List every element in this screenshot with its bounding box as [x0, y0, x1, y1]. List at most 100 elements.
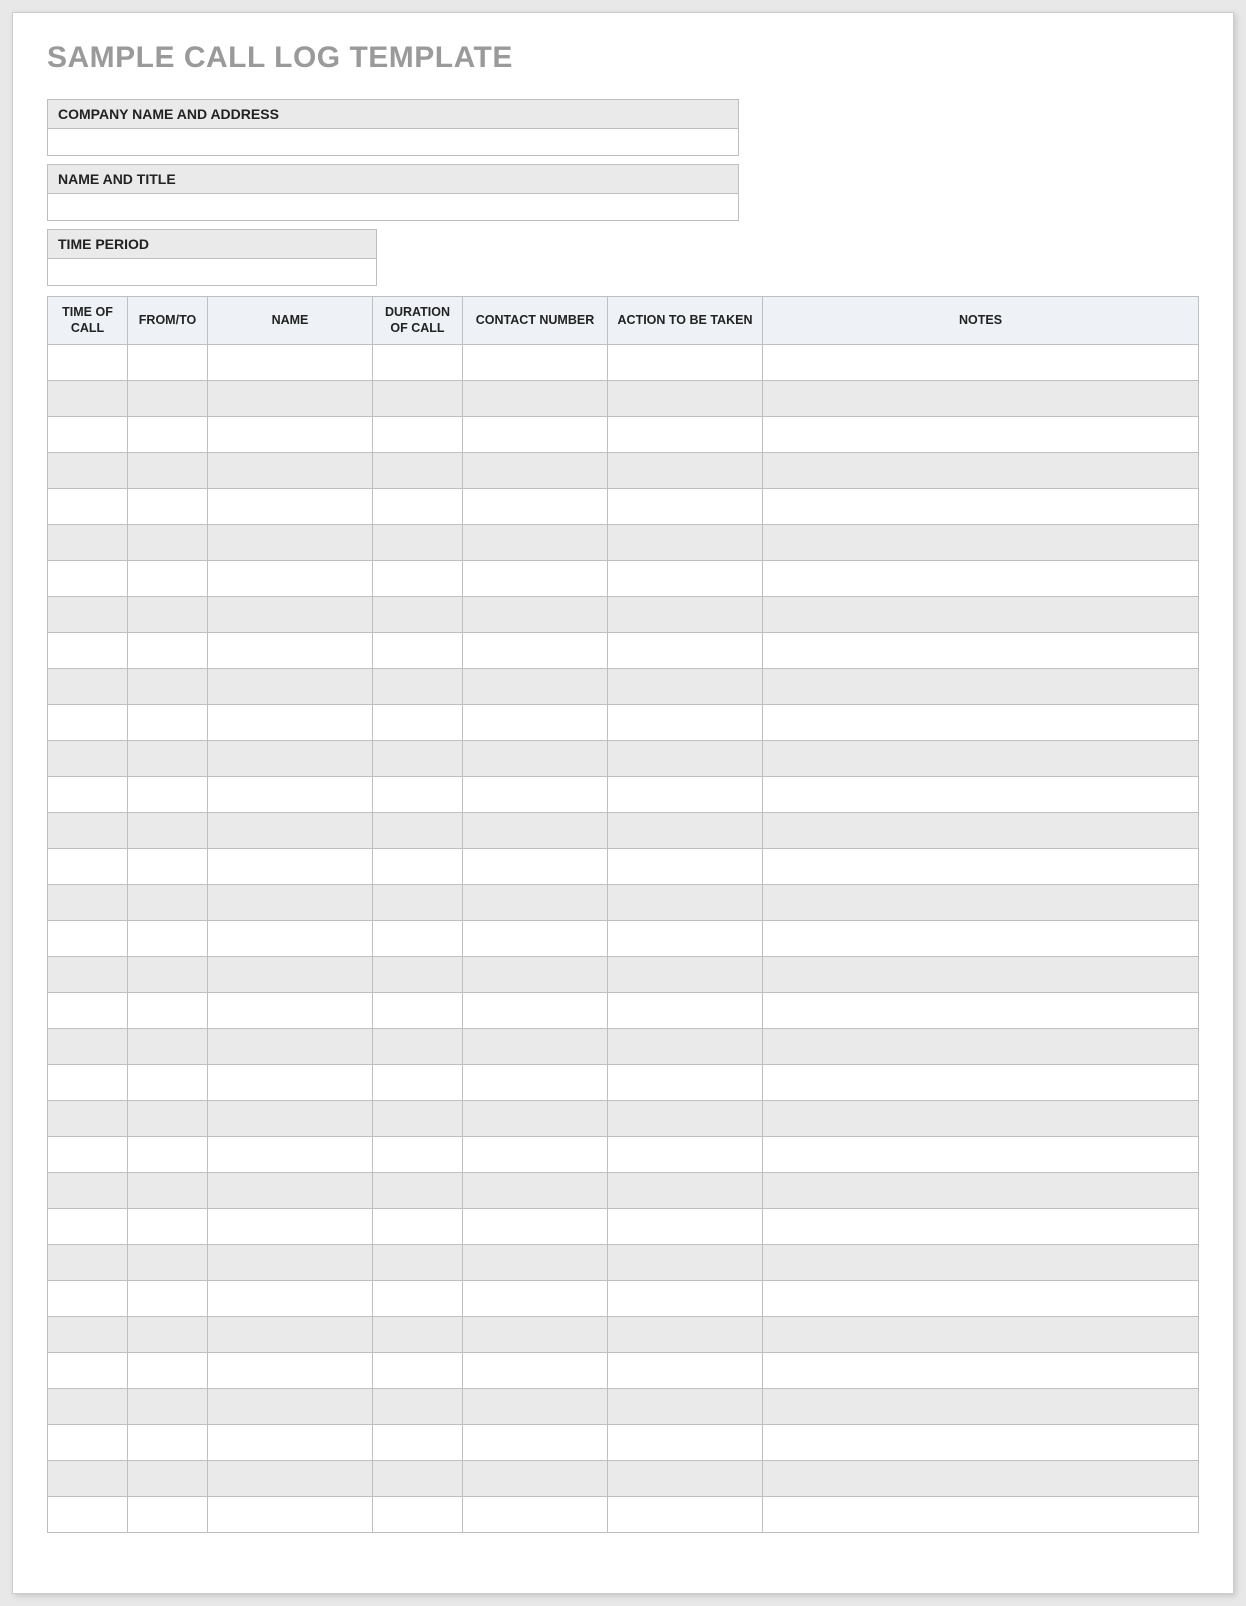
table-cell[interactable]: [608, 993, 763, 1029]
table-cell[interactable]: [608, 1461, 763, 1497]
table-cell[interactable]: [463, 705, 608, 741]
table-cell[interactable]: [48, 813, 128, 849]
table-cell[interactable]: [373, 453, 463, 489]
table-cell[interactable]: [373, 669, 463, 705]
table-cell[interactable]: [463, 957, 608, 993]
table-cell[interactable]: [208, 993, 373, 1029]
table-cell[interactable]: [373, 417, 463, 453]
table-cell[interactable]: [463, 1425, 608, 1461]
table-cell[interactable]: [463, 1029, 608, 1065]
table-cell[interactable]: [763, 525, 1199, 561]
table-cell[interactable]: [763, 417, 1199, 453]
table-cell[interactable]: [763, 849, 1199, 885]
table-cell[interactable]: [608, 1245, 763, 1281]
table-cell[interactable]: [48, 1137, 128, 1173]
table-cell[interactable]: [208, 957, 373, 993]
table-cell[interactable]: [763, 1317, 1199, 1353]
table-cell[interactable]: [763, 1029, 1199, 1065]
table-cell[interactable]: [608, 1173, 763, 1209]
table-cell[interactable]: [608, 381, 763, 417]
table-cell[interactable]: [463, 561, 608, 597]
table-cell[interactable]: [128, 597, 208, 633]
table-cell[interactable]: [373, 633, 463, 669]
table-cell[interactable]: [48, 669, 128, 705]
table-cell[interactable]: [208, 453, 373, 489]
table-cell[interactable]: [128, 1353, 208, 1389]
table-cell[interactable]: [373, 1137, 463, 1173]
table-cell[interactable]: [128, 741, 208, 777]
table-cell[interactable]: [608, 1389, 763, 1425]
table-cell[interactable]: [208, 417, 373, 453]
table-cell[interactable]: [608, 1425, 763, 1461]
table-cell[interactable]: [373, 921, 463, 957]
table-cell[interactable]: [48, 957, 128, 993]
table-cell[interactable]: [763, 381, 1199, 417]
table-cell[interactable]: [763, 1065, 1199, 1101]
table-cell[interactable]: [763, 489, 1199, 525]
table-cell[interactable]: [463, 1065, 608, 1101]
table-cell[interactable]: [463, 1461, 608, 1497]
table-cell[interactable]: [608, 1065, 763, 1101]
table-cell[interactable]: [208, 669, 373, 705]
table-cell[interactable]: [608, 849, 763, 885]
table-cell[interactable]: [373, 381, 463, 417]
table-cell[interactable]: [373, 1245, 463, 1281]
table-cell[interactable]: [128, 525, 208, 561]
table-cell[interactable]: [208, 1245, 373, 1281]
table-cell[interactable]: [373, 741, 463, 777]
table-cell[interactable]: [48, 849, 128, 885]
table-cell[interactable]: [463, 741, 608, 777]
table-cell[interactable]: [128, 1317, 208, 1353]
table-cell[interactable]: [373, 1101, 463, 1137]
table-cell[interactable]: [48, 489, 128, 525]
table-cell[interactable]: [463, 417, 608, 453]
table-cell[interactable]: [373, 849, 463, 885]
table-cell[interactable]: [128, 669, 208, 705]
table-cell[interactable]: [463, 921, 608, 957]
table-cell[interactable]: [373, 1029, 463, 1065]
table-cell[interactable]: [208, 489, 373, 525]
table-cell[interactable]: [763, 561, 1199, 597]
table-cell[interactable]: [48, 777, 128, 813]
table-cell[interactable]: [128, 957, 208, 993]
table-cell[interactable]: [763, 633, 1199, 669]
table-cell[interactable]: [463, 1497, 608, 1533]
table-cell[interactable]: [208, 525, 373, 561]
table-cell[interactable]: [608, 705, 763, 741]
table-cell[interactable]: [763, 669, 1199, 705]
table-cell[interactable]: [463, 1317, 608, 1353]
table-cell[interactable]: [48, 1389, 128, 1425]
table-cell[interactable]: [763, 957, 1199, 993]
table-cell[interactable]: [48, 1497, 128, 1533]
table-cell[interactable]: [128, 1209, 208, 1245]
table-cell[interactable]: [128, 345, 208, 381]
table-cell[interactable]: [463, 777, 608, 813]
table-cell[interactable]: [763, 741, 1199, 777]
table-cell[interactable]: [48, 1281, 128, 1317]
table-cell[interactable]: [608, 489, 763, 525]
table-cell[interactable]: [608, 777, 763, 813]
table-cell[interactable]: [373, 1389, 463, 1425]
table-cell[interactable]: [373, 1317, 463, 1353]
table-cell[interactable]: [48, 705, 128, 741]
table-cell[interactable]: [208, 1209, 373, 1245]
table-cell[interactable]: [763, 1353, 1199, 1389]
table-cell[interactable]: [128, 705, 208, 741]
table-cell[interactable]: [208, 561, 373, 597]
table-cell[interactable]: [128, 1281, 208, 1317]
table-cell[interactable]: [128, 1389, 208, 1425]
table-cell[interactable]: [463, 597, 608, 633]
table-cell[interactable]: [208, 1281, 373, 1317]
table-cell[interactable]: [128, 1461, 208, 1497]
table-cell[interactable]: [128, 381, 208, 417]
table-cell[interactable]: [608, 561, 763, 597]
table-cell[interactable]: [208, 813, 373, 849]
table-cell[interactable]: [48, 1425, 128, 1461]
table-cell[interactable]: [763, 885, 1199, 921]
table-cell[interactable]: [763, 1209, 1199, 1245]
table-cell[interactable]: [608, 885, 763, 921]
table-cell[interactable]: [128, 1245, 208, 1281]
table-cell[interactable]: [128, 813, 208, 849]
table-cell[interactable]: [373, 1209, 463, 1245]
table-cell[interactable]: [373, 813, 463, 849]
